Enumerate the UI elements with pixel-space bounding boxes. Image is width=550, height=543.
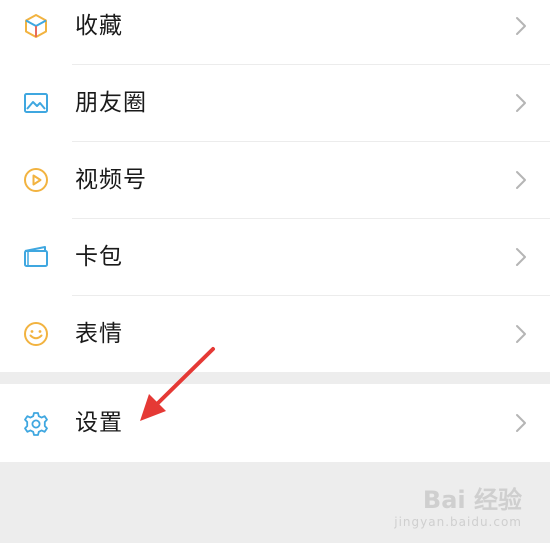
chevron-right-icon: [514, 412, 528, 434]
menu-item-favorites[interactable]: 收藏: [0, 0, 550, 65]
menu-item-label: 设置: [75, 410, 123, 436]
menu-item-channels[interactable]: 视频号: [0, 142, 550, 219]
menu-item-settings[interactable]: 设置: [0, 384, 550, 462]
menu-item-label: 收藏: [75, 13, 123, 39]
favorites-cube-icon: [22, 12, 50, 40]
menu-item-label: 表情: [75, 321, 123, 347]
menu-item-stickers[interactable]: 表情: [0, 296, 550, 373]
chevron-right-icon: [514, 323, 528, 345]
moments-image-icon: [22, 89, 50, 117]
menu-item-label: 视频号: [75, 167, 147, 193]
chevron-right-icon: [514, 246, 528, 268]
baidu-jingyan-watermark: Bai 经验 jingyan.baidu.com: [394, 480, 522, 529]
chevron-right-icon: [514, 169, 528, 191]
card-wallet-icon: [22, 243, 50, 271]
watermark-sub: jingyan.baidu.com: [394, 515, 522, 529]
menu-item-card-wallet[interactable]: 卡包: [0, 219, 550, 296]
menu-item-label: 朋友圈: [75, 90, 147, 116]
watermark-main: Bai 经验: [422, 486, 522, 514]
menu-item-moments[interactable]: 朋友圈: [0, 65, 550, 142]
channels-play-icon: [22, 166, 50, 194]
chevron-right-icon: [514, 92, 528, 114]
chevron-right-icon: [514, 15, 528, 37]
settings-group: 设置: [0, 384, 550, 462]
me-menu-group: 收藏 朋友圈 视频号 卡包 表情: [0, 0, 550, 372]
menu-item-label: 卡包: [75, 244, 123, 270]
sticker-smile-icon: [22, 320, 50, 348]
settings-gear-icon: [22, 410, 50, 438]
